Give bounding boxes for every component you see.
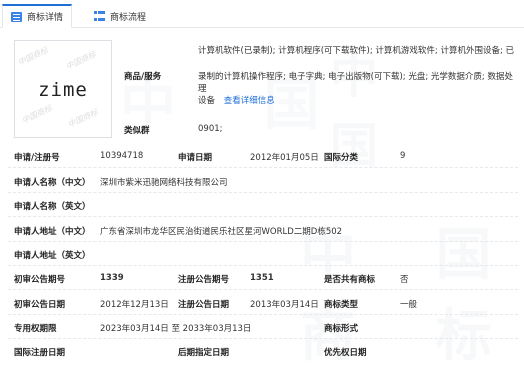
exclusive-period-label: 专用权期限 (14, 324, 57, 334)
reg-pub-no-label: 注册公告期号 (178, 275, 230, 285)
app-no-label: 申请/注册号 (14, 153, 60, 163)
intl-reg-date-label: 国际注册日期 (14, 348, 66, 358)
row-divider (8, 241, 518, 242)
tab-bar: 商标详情 商标流程 (0, 0, 524, 28)
common-tm-value: 否 (400, 275, 409, 285)
address-en-label: 申请人地址（英文） (14, 251, 91, 261)
tm-type-value: 一般 (400, 300, 418, 310)
app-no-value: 10394718 (100, 151, 144, 161)
goods-services-text: 设备 (198, 96, 216, 106)
row-divider (8, 289, 518, 290)
row-divider (8, 265, 518, 266)
goods-services-line: 设备 查看详细信息 (198, 94, 518, 106)
goods-services-label: 商品/服务 (124, 72, 162, 82)
trademark-image: 中国商标 中国商标 中国商标 中国商标 zime (14, 40, 112, 138)
app-date-value: 2012年01月05日 (250, 153, 319, 163)
trademark-text: zime (38, 79, 88, 101)
priority-date-label: 优先权日期 (324, 348, 367, 358)
exclusive-period-value: 2023年03月14日 至 2033年03月13日 (100, 324, 252, 334)
app-date-label: 申请日期 (178, 153, 213, 163)
row-divider (8, 314, 518, 315)
seal-mark: 中国商标 (20, 103, 54, 126)
intl-class-value: 9 (400, 151, 406, 161)
similar-group-value: 0901; (198, 124, 223, 134)
row-divider (8, 192, 518, 193)
row-divider (8, 216, 518, 217)
later-date-label: 后期指定日期 (178, 348, 230, 358)
address-cn-label: 申请人地址（中文） (14, 227, 91, 237)
watermark: 中 国 (330, 48, 409, 174)
address-cn-value: 广东省深圳市龙华区民治街道民乐社区星河WORLD二期D栋502 (100, 227, 343, 237)
prelim-pub-no-label: 初审公告期号 (14, 275, 66, 285)
view-details-link[interactable]: 查看详细信息 (224, 96, 275, 106)
reg-pub-no-value: 1351 (250, 273, 274, 283)
applicant-en-label: 申请人名称（英文） (14, 202, 91, 212)
tm-form-label: 商标形式 (324, 324, 359, 334)
tab-label: 商标详情 (27, 13, 64, 23)
prelim-pub-date-label: 初审公告日期 (14, 300, 66, 310)
applicant-cn-value: 深圳市紫米迅驰网络科技有限公司 (100, 178, 228, 188)
prelim-pub-date-value: 2012年12月13日 (100, 300, 169, 310)
seal-mark: 中国商标 (64, 49, 98, 72)
reg-pub-date-label: 注册公告日期 (178, 300, 230, 310)
intl-class-label: 国际分类 (324, 153, 359, 163)
tm-type-label: 商标类型 (324, 300, 359, 310)
goods-services-line: 计算机软件(已录制); 计算机程序(可下载软件); 计算机游戏软件; 计算机外围… (198, 46, 515, 56)
row-divider (8, 338, 518, 339)
tab-trademark-process[interactable]: 商标流程 (86, 4, 180, 28)
applicant-cn-label: 申请人名称（中文） (14, 178, 91, 188)
seal-mark: 中国商标 (66, 107, 100, 130)
reg-pub-date-value: 2013年03月14日 (250, 300, 319, 310)
similar-group-label: 类似群 (124, 126, 150, 136)
goods-services-line: 录制的计算机操作程序; 电子字典; 电子出版物(可下载); 光盘; 光学数据介质… (198, 72, 513, 94)
row-divider (8, 167, 518, 168)
flow-icon (94, 11, 105, 21)
document-icon (11, 11, 22, 22)
common-tm-label: 是否共有商标 (324, 275, 376, 285)
tab-label: 商标流程 (110, 12, 147, 23)
tab-trademark-details[interactable]: 商标详情 (2, 4, 72, 28)
prelim-pub-no-value: 1339 (100, 273, 124, 283)
seal-mark: 中国商标 (16, 45, 50, 68)
